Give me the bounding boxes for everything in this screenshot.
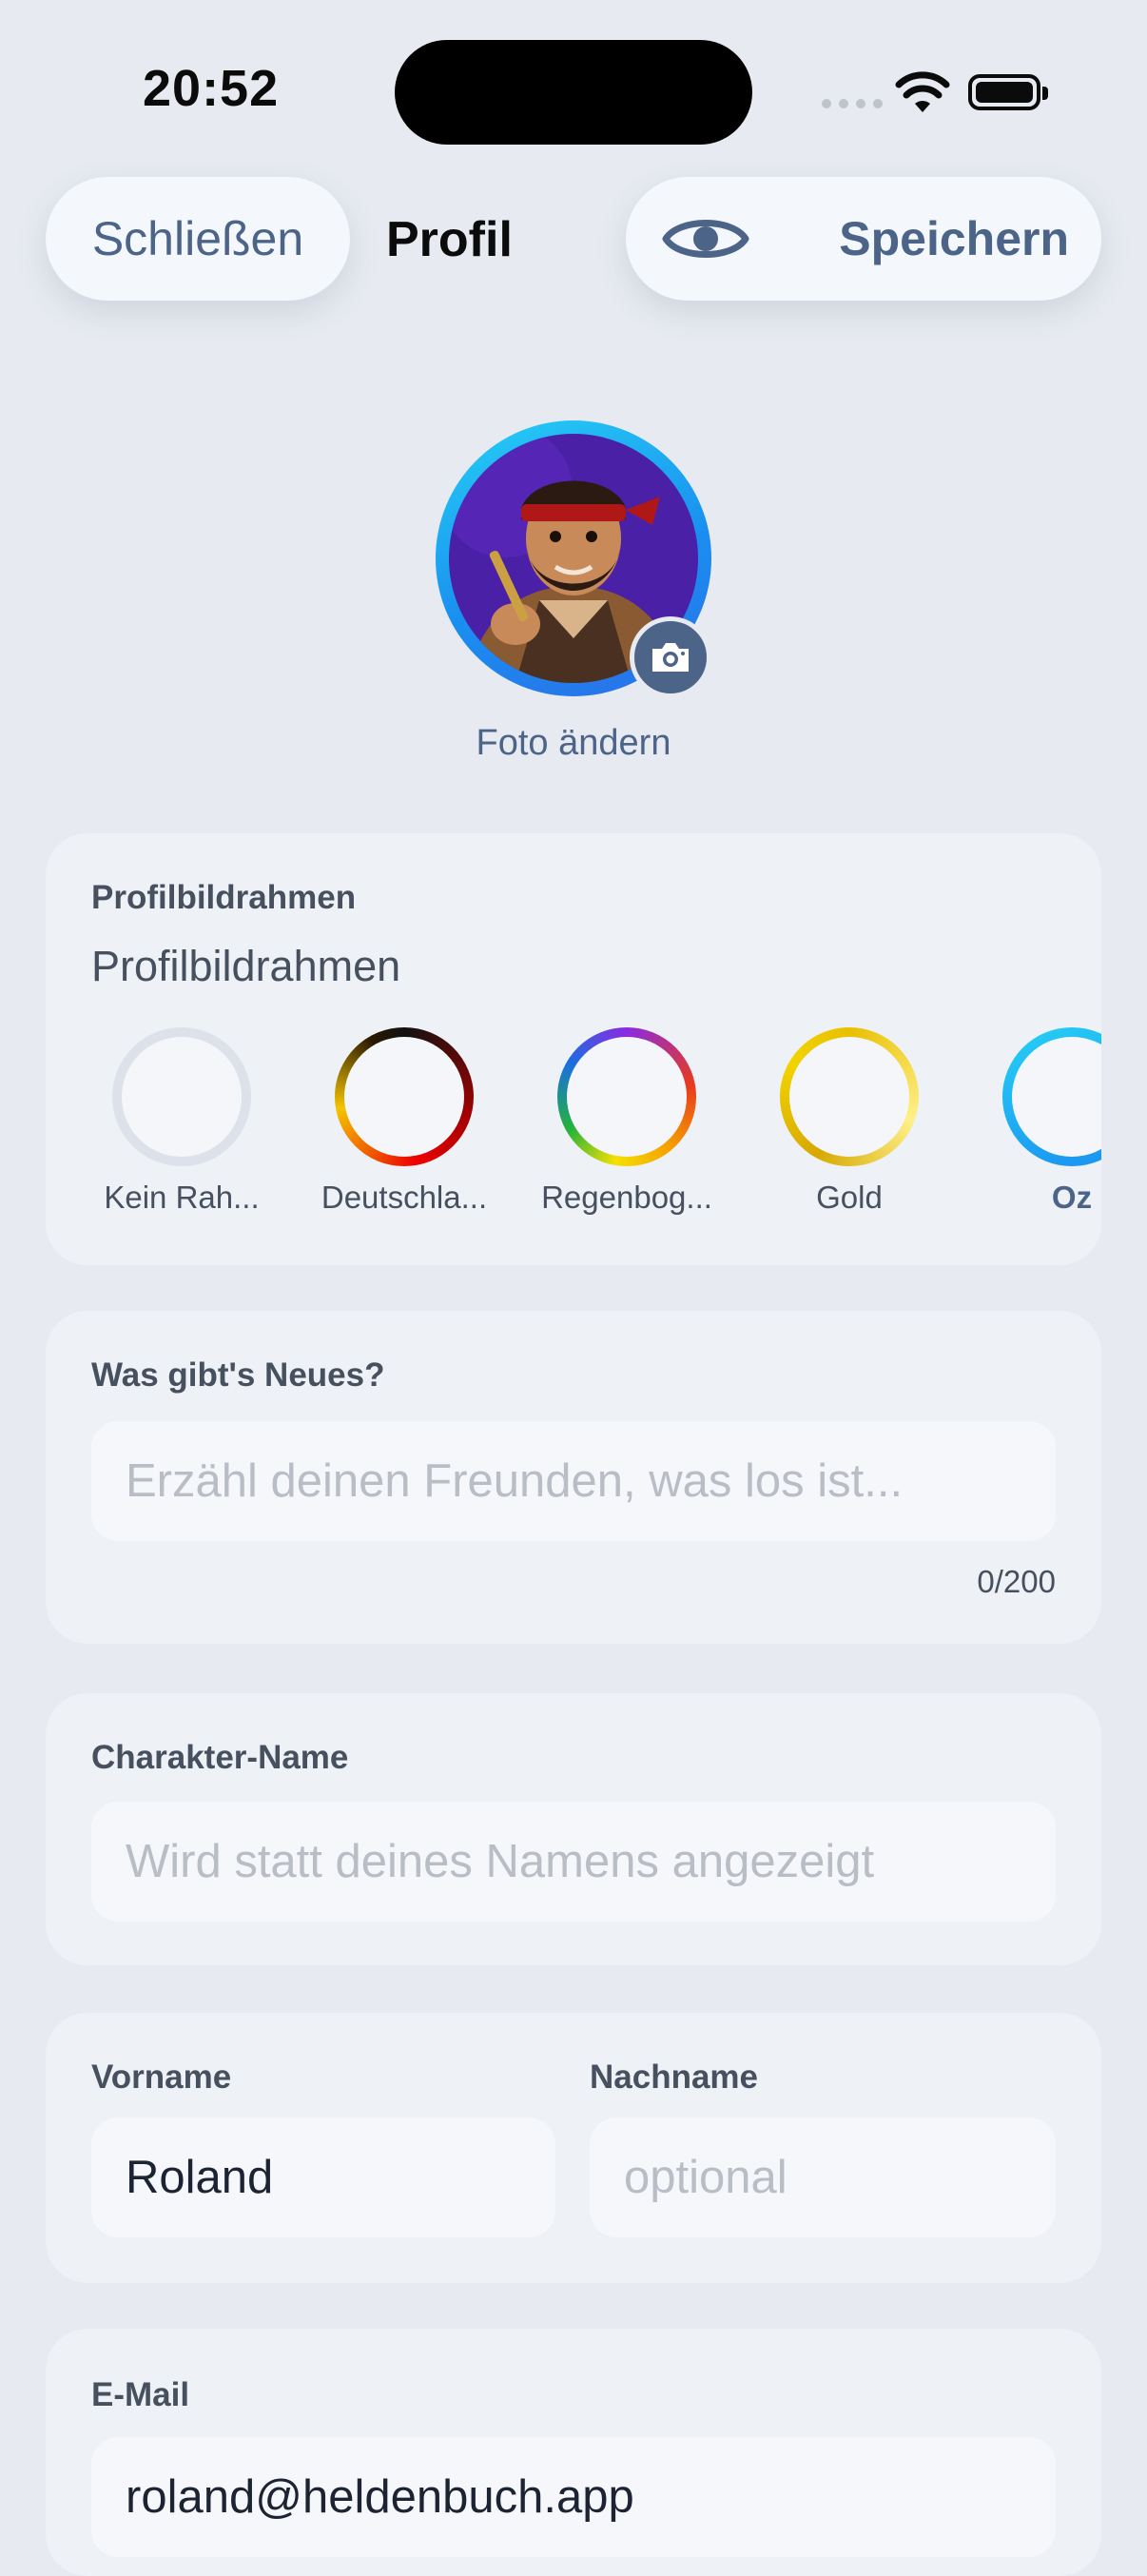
change-photo-link[interactable]: Foto ändern (0, 723, 1147, 764)
frame-option-none[interactable]: Kein Rah... (91, 1020, 272, 1216)
frame-preview (335, 1027, 474, 1166)
first-name-value: Roland (126, 2152, 274, 2203)
name-card: Vorname Roland Nachname optional (46, 2013, 1101, 2283)
last-name-input[interactable]: optional (590, 2117, 1056, 2237)
status-input-placeholder: Erzähl deinen Freunden, was los ist... (126, 1455, 904, 1507)
frame-option-label: Kein Rah... (104, 1180, 260, 1215)
status-card: Was gibt's Neues? Erzähl deinen Freunden… (46, 1311, 1101, 1644)
nav-actions: Speichern (626, 177, 1101, 301)
character-name-label: Charakter-Name (91, 1739, 349, 1776)
email-value: roland@heldenbuch.app (126, 2471, 634, 2523)
first-name-input[interactable]: Roland (91, 2117, 555, 2237)
frame-preview (557, 1027, 696, 1166)
email-input[interactable]: roland@heldenbuch.app (91, 2437, 1056, 2557)
frame-preview (1002, 1027, 1101, 1166)
last-name-placeholder: optional (624, 2152, 787, 2203)
first-name-label: Vorname (91, 2059, 232, 2096)
email-card: E-Mail roland@heldenbuch.app (46, 2329, 1101, 2576)
status-input[interactable]: Erzähl deinen Freunden, was los ist... (91, 1421, 1056, 1541)
eye-preview-icon[interactable] (662, 212, 749, 265)
frame-option-label: Gold (816, 1180, 883, 1215)
status-char-counter: 0/200 (977, 1564, 1056, 1599)
frames-title: Profilbildrahmen (91, 942, 401, 990)
email-label: E-Mail (91, 2376, 190, 2413)
frames-card: Profilbildrahmen Profilbildrahmen Kein R… (46, 833, 1101, 1265)
change-photo-camera-button[interactable] (630, 616, 711, 698)
camera-icon (652, 643, 689, 672)
character-name-card: Charakter-Name Wird statt deines Namens … (46, 1693, 1101, 1965)
wifi-icon (895, 71, 950, 112)
frame-option-germany[interactable]: Deutschla... (314, 1020, 495, 1216)
character-name-input[interactable]: Wird statt deines Namens angezeigt (91, 1802, 1056, 1922)
frames-carousel[interactable]: Kein Rah... Deutschla... Regenbog... Gol… (91, 1020, 1101, 1229)
cellular-signal-icon (822, 99, 883, 108)
frame-option-gold[interactable]: Gold (759, 1020, 940, 1216)
frame-option-rainbow[interactable]: Regenbog... (536, 1020, 717, 1216)
battery-icon (968, 74, 1048, 110)
frame-preview (780, 1027, 919, 1166)
last-name-label: Nachname (590, 2059, 759, 2096)
status-label: Was gibt's Neues? (91, 1356, 385, 1394)
frame-preview (112, 1027, 251, 1166)
frame-option-ocean[interactable]: Oz (982, 1020, 1101, 1216)
close-button[interactable]: Schließen (46, 177, 350, 301)
frames-section-label: Profilbildrahmen (91, 879, 357, 916)
frame-option-label: Regenbog... (541, 1180, 712, 1215)
dynamic-island (395, 40, 752, 145)
frame-option-label: Oz (1051, 1180, 1093, 1215)
character-name-placeholder: Wird statt deines Namens angezeigt (126, 1836, 875, 1887)
frame-option-label: Deutschla... (321, 1180, 488, 1215)
save-button[interactable]: Speichern (839, 211, 1069, 266)
status-time: 20:52 (143, 60, 280, 117)
page-title: Profil (386, 212, 513, 267)
